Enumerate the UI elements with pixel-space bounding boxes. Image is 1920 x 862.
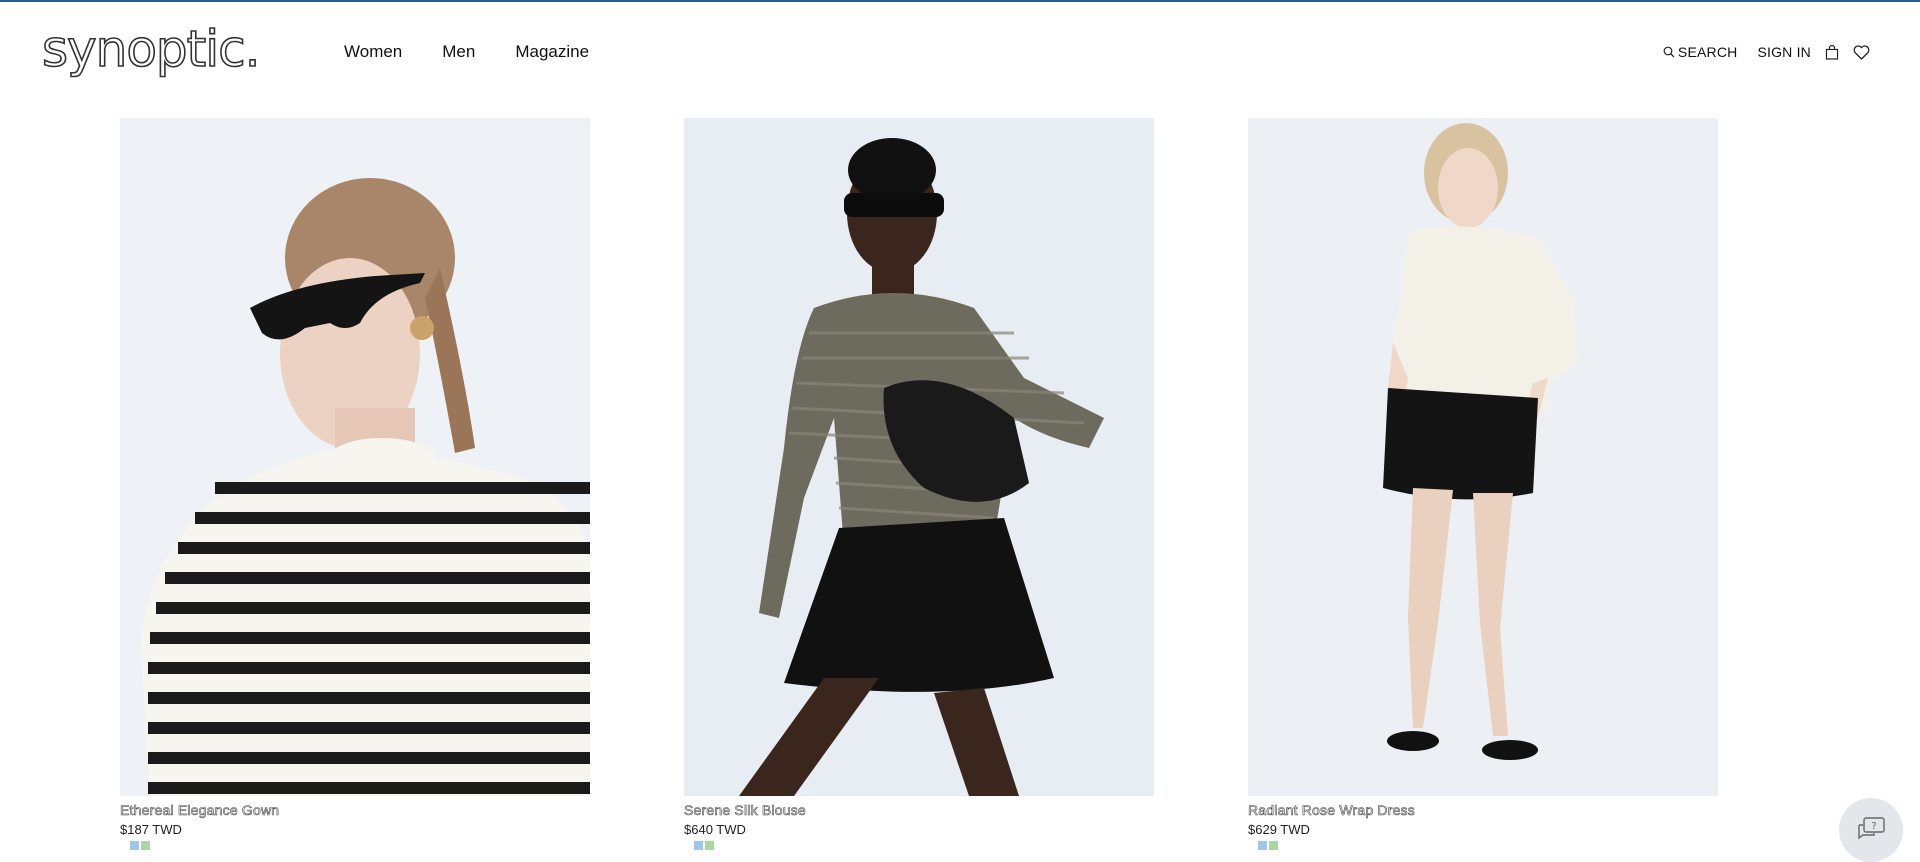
shopping-bag-button[interactable] [1825, 44, 1839, 60]
wishlist-button[interactable] [1853, 44, 1870, 60]
product-image[interactable] [1248, 118, 1718, 796]
product-name[interactable]: Serene Silk Blouse [684, 802, 1154, 819]
product-image[interactable] [120, 118, 590, 796]
svg-text:?: ? [1871, 821, 1876, 832]
product-card[interactable]: Ethereal Elegance Gown $187 TWD [120, 118, 590, 850]
color-swatch[interactable] [141, 841, 150, 850]
search-label: SEARCH [1677, 44, 1738, 60]
color-swatches [130, 841, 590, 850]
main-nav: Women Men Magazine [344, 42, 589, 62]
product-card[interactable]: Serene Silk Blouse $640 TWD [684, 118, 1154, 850]
site-header: synoptic. Women Men Magazine SEARCH SIGN… [0, 2, 1920, 102]
color-swatch[interactable] [1269, 841, 1278, 850]
search-button[interactable]: SEARCH [1663, 44, 1738, 60]
product-name[interactable]: Radiant Rose Wrap Dress [1248, 802, 1718, 819]
search-icon [1663, 46, 1675, 58]
product-name[interactable]: Ethereal Elegance Gown [120, 802, 590, 819]
color-swatch[interactable] [694, 841, 703, 850]
product-card[interactable]: Radiant Rose Wrap Dress $629 TWD [1248, 118, 1718, 850]
product-price: $187 TWD [120, 822, 182, 837]
nav-magazine[interactable]: Magazine [515, 42, 589, 62]
product-price: $640 TWD [684, 822, 746, 837]
color-swatch[interactable] [1258, 841, 1267, 850]
nav-women[interactable]: Women [344, 42, 402, 62]
product-grid: Ethereal Elegance Gown $187 TWD Serene S… [120, 118, 1718, 850]
color-swatch[interactable] [705, 841, 714, 850]
utility-nav: SEARCH SIGN IN [1663, 44, 1870, 60]
product-image[interactable] [684, 118, 1154, 796]
sign-in-link[interactable]: SIGN IN [1757, 44, 1811, 60]
chat-icon: ? [1858, 817, 1885, 840]
brand-logo[interactable]: synoptic. [41, 23, 261, 75]
heart-icon [1853, 44, 1870, 60]
color-swatches [694, 841, 1154, 850]
shopping-bag-icon [1825, 44, 1839, 60]
color-swatch[interactable] [130, 841, 139, 850]
product-price: $629 TWD [1248, 822, 1310, 837]
color-swatches [1258, 841, 1718, 850]
chat-support-button[interactable]: ? [1839, 798, 1903, 862]
nav-men[interactable]: Men [442, 42, 475, 62]
